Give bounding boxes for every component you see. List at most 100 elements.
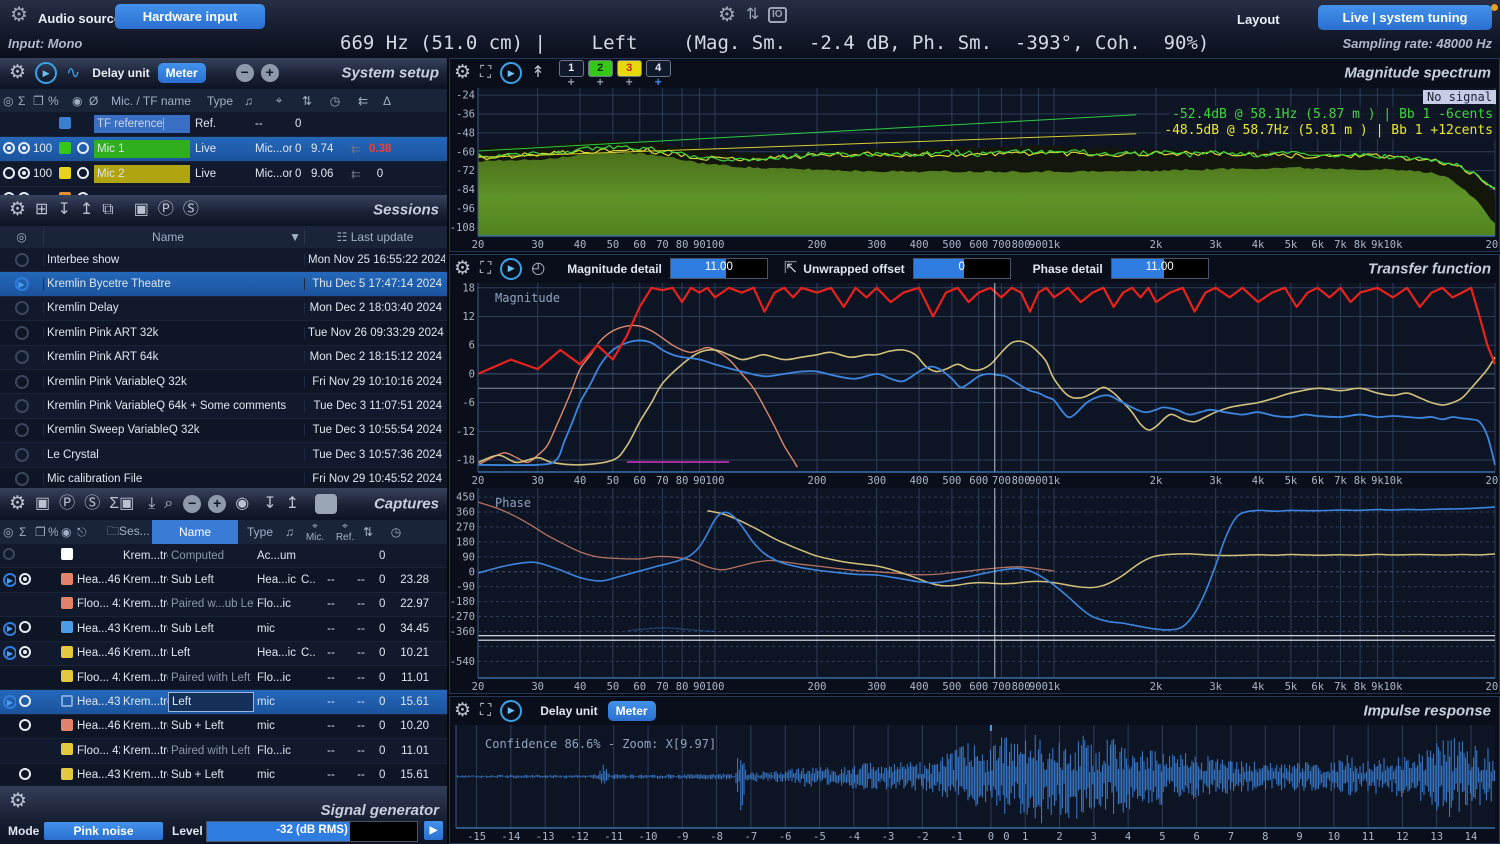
mic-tf-name-header[interactable]: Mic. / TF name bbox=[103, 94, 199, 108]
phase-detail-slider[interactable]: 11.00 bbox=[1111, 258, 1209, 279]
capture-row[interactable]: Floo... 426Krem...trePaired with LeftFlo… bbox=[0, 666, 447, 690]
sessions-gear-icon[interactable]: ⚙ bbox=[9, 201, 26, 219]
mic-pair-icon[interactable]: ♫ bbox=[241, 94, 259, 108]
session-row[interactable]: Mic calibration FileFri Nov 29 10:45:52 … bbox=[0, 468, 447, 488]
session-row[interactable]: Kremlin DelayMon Dec 2 18:03:40 2024 bbox=[0, 297, 447, 321]
capture-row[interactable]: Hea...431Krem...treSub + Leftmic----015.… bbox=[0, 764, 447, 786]
session-eye-cell[interactable] bbox=[0, 472, 43, 486]
sessions-eye-icon[interactable]: ◎ bbox=[0, 230, 43, 244]
spectrum-trace-add-3[interactable]: + bbox=[617, 77, 642, 87]
generator-wave-icon[interactable]: ∿ bbox=[66, 64, 80, 82]
captures-gain-icon[interactable]: ⇅ bbox=[360, 525, 376, 539]
hardware-input-button[interactable]: Hardware input bbox=[115, 4, 265, 29]
spectrum-trace-button-1[interactable]: 1 bbox=[559, 60, 584, 77]
mixer-sliders-icon[interactable]: ⇅ bbox=[746, 7, 759, 23]
session-row[interactable]: Interbee showMon Nov 25 16:55:22 2024 bbox=[0, 248, 447, 272]
sessions-name-header[interactable]: Name ▼ bbox=[43, 230, 305, 244]
sessions-last-update-header[interactable]: ☷ Last update bbox=[305, 230, 445, 244]
session-row[interactable]: Kremlin Pink VariableQ 32kFri Nov 29 10:… bbox=[0, 370, 447, 394]
spectrum-trace-add-2[interactable]: + bbox=[588, 77, 613, 87]
capture-color-swatch[interactable] bbox=[61, 621, 73, 633]
magnitude-detail-slider[interactable]: 11.00 bbox=[670, 258, 768, 279]
trace-color-swatch[interactable] bbox=[59, 142, 71, 154]
capture-color-bucket-icon[interactable]: ◉ bbox=[235, 495, 249, 513]
generator-play-button[interactable]: ▶ bbox=[424, 821, 443, 840]
capture-row[interactable]: ▶Hea...431Krem...treSub Leftmic----034.4… bbox=[0, 617, 447, 641]
capture-color-swatch[interactable] bbox=[61, 768, 73, 780]
pink-noise-mode-button[interactable]: Pink noise bbox=[44, 822, 163, 840]
magspec-fullscreen-icon[interactable]: ⛶ bbox=[480, 64, 491, 82]
captures-sum-icon[interactable]: Σ bbox=[16, 525, 32, 539]
captures-bucket-icon[interactable]: ◉ bbox=[58, 525, 74, 539]
capture-play-icon[interactable]: ▶ bbox=[3, 646, 16, 660]
capture-solo-radio[interactable] bbox=[19, 768, 31, 780]
spectrum-trace-add-4[interactable]: + bbox=[646, 77, 671, 87]
unwrap-icon[interactable]: ⇱ bbox=[784, 260, 797, 278]
capture-play-icon[interactable]: ▶ bbox=[3, 622, 16, 636]
live-system-tuning-button[interactable]: Live | system tuning bbox=[1318, 5, 1492, 30]
global-settings-gear-icon[interactable]: ⚙ bbox=[718, 5, 736, 25]
delay-clock-icon[interactable]: ◷ bbox=[315, 94, 355, 108]
spectrum-trace-button-4[interactable]: 4 bbox=[646, 60, 671, 77]
polarity-icon[interactable]: Ø bbox=[86, 94, 103, 108]
system-setup-row[interactable]: TF referenceRef.--0 bbox=[0, 112, 447, 137]
tf-phase-chart[interactable]: 2030405060708090100200300400500600700800… bbox=[450, 487, 1499, 693]
magspec-totop-icon[interactable]: ↟ bbox=[531, 64, 544, 82]
import-session-icon[interactable]: ↧ bbox=[57, 201, 70, 219]
system-setup-row[interactable]: 100Mic 1LiveMic...or09.74⇇0.38 bbox=[0, 137, 447, 162]
gain-fader-icon[interactable]: ⇅ bbox=[299, 94, 315, 108]
delay-lock-icon[interactable]: ⇇ bbox=[355, 94, 373, 108]
spectrum-trace-add-1[interactable]: + bbox=[559, 77, 584, 87]
type-header[interactable]: Type bbox=[199, 94, 241, 108]
capture-solo-radio[interactable] bbox=[19, 695, 31, 707]
capture-color-swatch[interactable] bbox=[61, 719, 73, 731]
session-eye-cell[interactable]: ▶ bbox=[0, 277, 43, 291]
capture-row[interactable]: ▶Hea...467Krem...treSub LeftHea...icC...… bbox=[0, 568, 447, 592]
capture-import-icon[interactable]: ↧ bbox=[263, 495, 276, 513]
captures-mic-target-icon[interactable]: ⌖Mic. bbox=[300, 521, 330, 543]
session-row[interactable]: ▶Kremlin Bycetre TheatreThu Dec 5 17:47:… bbox=[0, 272, 447, 296]
capture-color-swatch[interactable] bbox=[61, 573, 73, 585]
ir-live-icon[interactable]: ▶ bbox=[500, 700, 522, 722]
polarity-toggle[interactable] bbox=[77, 167, 89, 179]
capture-remove-button[interactable]: − bbox=[183, 495, 201, 513]
source-target-icon[interactable]: ⌖ bbox=[259, 93, 299, 108]
session-row[interactable]: Kremlin Pink VariableQ 64k + Some commen… bbox=[0, 394, 447, 418]
session-eye-cell[interactable] bbox=[0, 253, 43, 267]
mute-radio[interactable] bbox=[3, 142, 15, 154]
capture-color-swatch[interactable] bbox=[61, 597, 73, 609]
magspec-gear-icon[interactable]: ⚙ bbox=[454, 64, 471, 82]
tf-fullscreen-icon[interactable]: ⛶ bbox=[480, 260, 491, 278]
capture-play-icon[interactable]: ▶ bbox=[3, 573, 16, 587]
captures-percent-icon[interactable]: % bbox=[45, 525, 58, 539]
magspec-live-icon[interactable]: ▶ bbox=[500, 62, 522, 84]
captures-eye-icon[interactable]: ◎ bbox=[0, 525, 16, 539]
export-session-icon[interactable]: ↥ bbox=[80, 201, 93, 219]
capture-color-swatch[interactable] bbox=[61, 670, 73, 682]
captures-session-header[interactable]: 🗀Ses... bbox=[104, 522, 152, 543]
system-setup-row[interactable] bbox=[0, 187, 447, 195]
capture-color-swatch[interactable] bbox=[61, 548, 73, 560]
capture-color-swatch[interactable] bbox=[61, 646, 73, 658]
color-bucket-icon[interactable]: ◉ bbox=[69, 94, 86, 108]
session-eye-cell[interactable] bbox=[0, 301, 43, 315]
siggen-gear-icon[interactable]: ⚙ bbox=[9, 792, 27, 810]
captures-pair-icon[interactable]: ♫ bbox=[282, 525, 300, 539]
zoom-capture-icon[interactable]: ⌕ bbox=[164, 495, 173, 513]
spectrum-trace-button-2[interactable]: 2 bbox=[588, 60, 613, 77]
capture-solo-radio[interactable] bbox=[19, 719, 31, 731]
delay-unit-meter-button[interactable]: Meter bbox=[158, 63, 206, 83]
captures-name-header[interactable]: Name bbox=[152, 520, 238, 544]
system-setup-gear-icon[interactable]: ⚙ bbox=[9, 64, 26, 82]
session-eye-cell[interactable] bbox=[0, 326, 43, 340]
polarity-toggle[interactable] bbox=[77, 142, 89, 154]
capture-sum-icon[interactable]: Σ▣ bbox=[109, 495, 134, 513]
capture-solo-radio[interactable] bbox=[19, 621, 31, 633]
timer-p-icon[interactable]: Ⓟ bbox=[158, 201, 174, 219]
tf-gauge-icon[interactable]: ◴ bbox=[531, 260, 545, 278]
tf-live-icon[interactable]: ▶ bbox=[500, 258, 522, 280]
ir-gear-icon[interactable]: ⚙ bbox=[454, 702, 471, 720]
captures-clock-icon[interactable]: ◷ bbox=[376, 525, 416, 539]
session-eye-cell[interactable] bbox=[0, 448, 43, 462]
tf-gear-icon[interactable]: ⚙ bbox=[454, 260, 471, 278]
